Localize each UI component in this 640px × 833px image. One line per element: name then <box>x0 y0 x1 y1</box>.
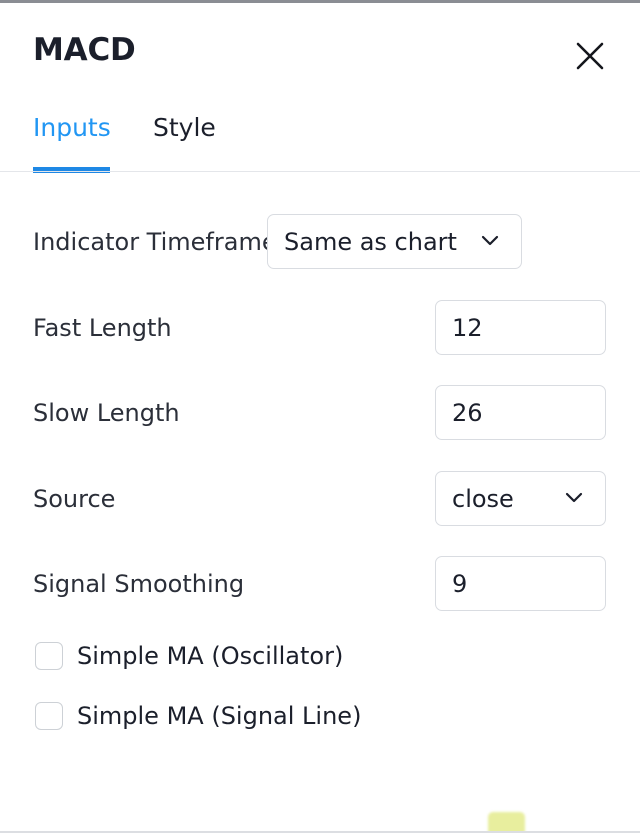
close-button[interactable] <box>569 35 611 77</box>
label-simple-ma-signal-line: Simple MA (Signal Line) <box>77 702 362 730</box>
label-signal-smoothing: Signal Smoothing <box>33 570 245 598</box>
label-source: Source <box>33 485 116 513</box>
tab-bar-divider <box>0 171 640 172</box>
chevron-down-icon <box>477 227 503 257</box>
page-title: MACD <box>33 32 136 68</box>
label-simple-ma-oscillator: Simple MA (Oscillator) <box>77 642 344 670</box>
row-fast-length: Fast Length 12 <box>0 300 640 356</box>
chevron-down-icon <box>561 484 587 514</box>
checkbox-simple-ma-oscillator[interactable] <box>35 642 63 670</box>
top-divider <box>0 0 640 3</box>
slow-length-value: 26 <box>452 398 483 427</box>
row-indicator-timeframe: Indicator Timeframe Same as chart <box>0 214 640 270</box>
tab-inputs[interactable]: Inputs <box>33 113 111 142</box>
fast-length-value: 12 <box>452 313 483 342</box>
signal-smoothing-value: 9 <box>452 569 468 598</box>
indicator-settings-dialog: MACD Inputs Style Indicator Timeframe Sa… <box>0 0 640 833</box>
checkbox-row-simple-ma-signal-line[interactable]: Simple MA (Signal Line) <box>0 696 640 736</box>
indicator-timeframe-select[interactable]: Same as chart <box>267 214 522 269</box>
fast-length-input[interactable]: 12 <box>435 300 606 355</box>
label-slow-length: Slow Length <box>33 399 180 427</box>
checkbox-simple-ma-signal-line[interactable] <box>35 702 63 730</box>
tab-style[interactable]: Style <box>153 113 216 142</box>
checkbox-row-simple-ma-oscillator[interactable]: Simple MA (Oscillator) <box>0 636 640 676</box>
row-source: Source close <box>0 471 640 527</box>
bottom-partial-button[interactable] <box>488 812 525 833</box>
label-indicator-timeframe: Indicator Timeframe <box>33 228 277 256</box>
row-signal-smoothing: Signal Smoothing 9 <box>0 556 640 612</box>
tab-active-indicator <box>33 167 110 173</box>
indicator-timeframe-value: Same as chart <box>284 227 457 256</box>
tab-bar: Inputs Style <box>0 113 640 173</box>
label-fast-length: Fast Length <box>33 314 172 342</box>
source-select[interactable]: close <box>435 471 606 526</box>
dialog-header: MACD <box>0 22 640 94</box>
row-slow-length: Slow Length 26 <box>0 385 640 441</box>
slow-length-input[interactable]: 26 <box>435 385 606 440</box>
source-value: close <box>452 484 514 513</box>
close-icon <box>573 39 607 73</box>
signal-smoothing-input[interactable]: 9 <box>435 556 606 611</box>
